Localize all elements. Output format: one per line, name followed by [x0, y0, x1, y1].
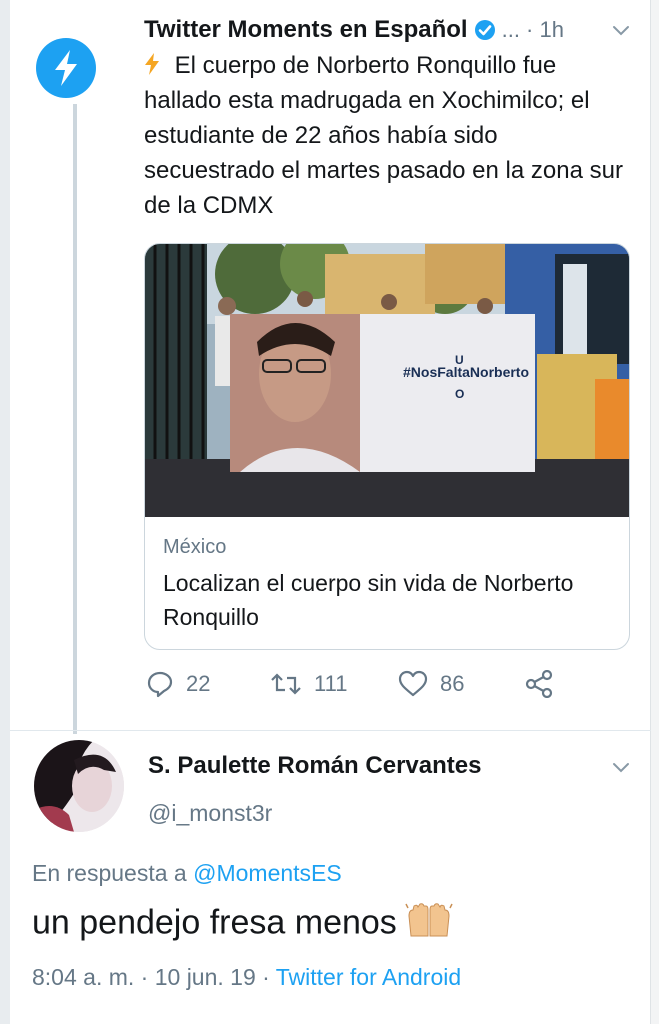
retweet-button[interactable]: 111 [270, 666, 347, 702]
avatar[interactable] [34, 740, 124, 832]
in-reply-prefix: En respuesta a [32, 860, 187, 886]
tweet-header: Twitter Moments en Español ... · 1h [144, 14, 644, 46]
like-button[interactable]: 86 [398, 666, 464, 702]
link-card[interactable]: #NosFaltaNorberto U O México Localizan e… [144, 243, 630, 650]
card-domain: México [163, 536, 227, 558]
share-icon [525, 670, 553, 698]
high-voltage-icon [144, 52, 167, 79]
chevron-down-icon[interactable] [611, 757, 631, 777]
reply-author-name[interactable]: S. Paulette Román Cervantes [148, 752, 481, 780]
reply-timestamp: 8:04 a. m. · 10 jun. 19 · Twitter for An… [32, 964, 461, 991]
reply-body: un pendejo fresa menos [32, 903, 397, 942]
reply-source-link[interactable]: Twitter for Android [276, 964, 461, 990]
verified-badge-icon [474, 19, 496, 41]
banner-letter-top: U [455, 353, 464, 367]
card-title[interactable]: Localizan el cuerpo sin vida de Norberto… [163, 566, 603, 634]
in-reply-to: En respuesta a @MomentsES [32, 860, 342, 887]
news-photo: #NosFaltaNorberto U O [145, 244, 629, 517]
reply-author-handle[interactable]: @i_monst3r [148, 800, 272, 827]
reply-time: 8:04 a. m. · 10 jun. 19 · [32, 964, 270, 990]
scrollbar-track[interactable] [650, 0, 659, 1024]
retweet-icon [271, 673, 301, 695]
divider [10, 730, 651, 731]
reply-text: un pendejo fresa menos [32, 902, 453, 947]
share-button[interactable] [524, 666, 554, 702]
thread-line [73, 104, 77, 734]
tweet-body: El cuerpo de Norberto Ronquillo fue hall… [144, 52, 623, 219]
author-name[interactable]: Twitter Moments en Español [144, 16, 468, 44]
in-reply-mention-link[interactable]: @MomentsES [193, 860, 342, 886]
moments-avatar[interactable] [36, 38, 96, 98]
reply-button[interactable]: 22 [146, 666, 210, 702]
reply-count: 22 [186, 671, 211, 696]
tweet-actions: 22 111 86 [144, 666, 584, 702]
retweet-count: 111 [314, 671, 348, 696]
chevron-down-icon[interactable] [611, 20, 631, 40]
raising-hands-icon [405, 902, 453, 947]
tweet-text: El cuerpo de Norberto Ronquillo fue hall… [144, 48, 624, 223]
like-count: 86 [440, 671, 465, 696]
heart-icon [398, 670, 428, 697]
banner-hashtag: #NosFaltaNorberto [403, 364, 529, 380]
reply-icon [147, 671, 173, 698]
tweet-meta: ... · 1h [501, 17, 564, 42]
banner-letter-bottom: O [455, 387, 464, 401]
left-edge [0, 0, 10, 1024]
lightning-icon [55, 50, 77, 86]
